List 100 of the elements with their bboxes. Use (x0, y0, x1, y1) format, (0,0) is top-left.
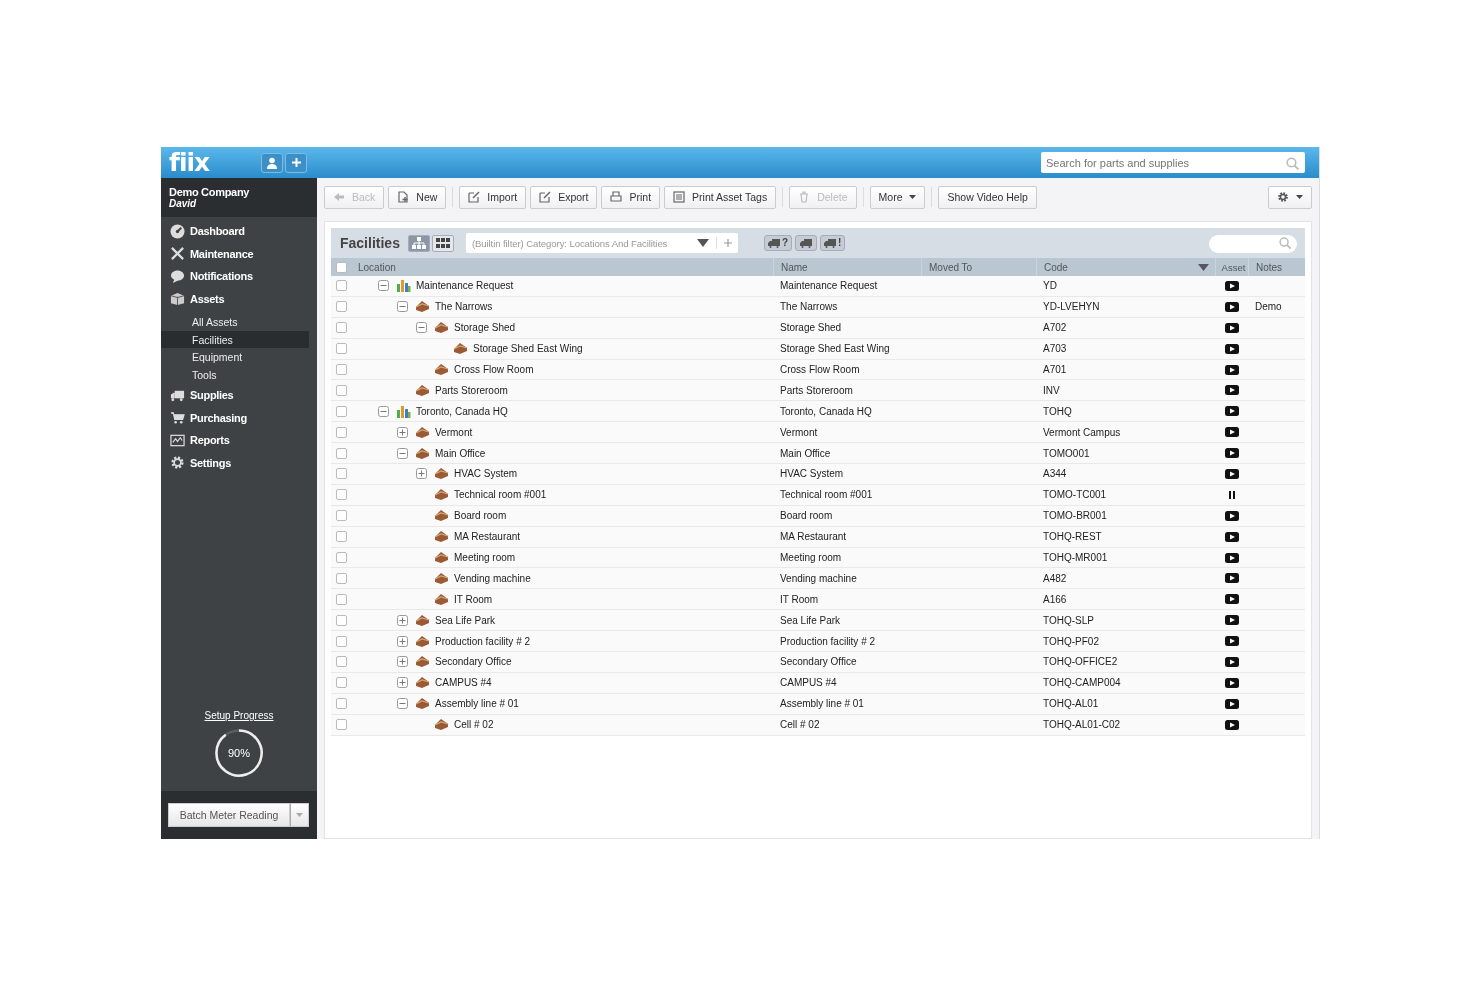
play-icon[interactable] (1224, 364, 1239, 375)
location-name[interactable]: Maintenance Request (416, 280, 514, 292)
play-icon[interactable] (1224, 656, 1239, 667)
collapse-toggle[interactable] (416, 322, 427, 334)
row-checkbox[interactable] (336, 614, 347, 626)
location-name[interactable]: Parts Storeroom (435, 384, 508, 396)
play-icon[interactable] (1224, 677, 1239, 688)
row-checkbox[interactable] (336, 531, 347, 543)
toolbar-button[interactable]: Print (601, 185, 661, 209)
truck-filter-button[interactable] (795, 235, 818, 251)
location-name[interactable]: Main Office (435, 447, 486, 459)
row-checkbox[interactable] (336, 301, 347, 313)
collapse-toggle[interactable] (397, 301, 408, 313)
nav-subitem[interactable]: All Assets (161, 313, 309, 331)
toolbar-button[interactable]: More (869, 185, 926, 209)
play-icon[interactable] (1224, 615, 1239, 626)
nav-item[interactable]: Notifications (161, 265, 317, 288)
play-icon[interactable] (1224, 280, 1239, 291)
play-icon[interactable] (1224, 448, 1239, 459)
play-icon[interactable] (1224, 573, 1239, 584)
collapse-toggle[interactable] (378, 405, 389, 417)
nav-item[interactable]: Maintenance (161, 242, 317, 265)
select-all-checkbox[interactable] (336, 261, 347, 273)
row-checkbox[interactable] (336, 322, 347, 334)
toolbar-button[interactable]: New (388, 185, 447, 209)
toolbar-button[interactable]: Import (459, 185, 527, 209)
add-button[interactable] (285, 152, 307, 173)
nav-item[interactable]: Reports (161, 428, 317, 452)
location-name[interactable]: Technical room #001 (454, 489, 547, 501)
row-checkbox[interactable] (336, 593, 347, 605)
location-name[interactable]: Production facility # 2 (435, 635, 531, 647)
expand-toggle[interactable] (416, 468, 427, 480)
expand-toggle[interactable] (397, 426, 408, 438)
play-icon[interactable] (1224, 427, 1239, 438)
profile-button[interactable] (261, 152, 283, 173)
play-icon[interactable] (1224, 301, 1239, 312)
play-icon[interactable] (1224, 552, 1239, 563)
location-name[interactable]: MA Restaurant (454, 531, 521, 543)
collapse-toggle[interactable] (397, 447, 408, 459)
row-checkbox[interactable] (336, 343, 347, 355)
location-name[interactable]: Storage Shed East Wing (473, 343, 583, 355)
location-name[interactable]: Meeting room (454, 552, 516, 563)
play-icon[interactable] (1224, 468, 1239, 479)
expand-toggle[interactable] (397, 614, 408, 626)
batch-meter-reading-button[interactable]: Batch Meter Reading (168, 803, 290, 827)
location-name[interactable]: Cell # 02 (454, 719, 494, 731)
toolbar-button[interactable]: Show Video Help (938, 185, 1037, 209)
nav-item[interactable]: Dashboard (161, 220, 317, 243)
row-checkbox[interactable] (336, 552, 347, 563)
location-name[interactable]: The Narrows (435, 301, 493, 313)
play-icon[interactable] (1224, 510, 1239, 521)
location-name[interactable]: Cross Flow Room (454, 364, 534, 375)
caret-icon[interactable] (1198, 263, 1209, 271)
location-name[interactable]: Sea Life Park (435, 614, 496, 626)
nav-item[interactable]: Supplies (161, 383, 317, 407)
nav-subitem[interactable]: Equipment (161, 348, 309, 367)
location-name[interactable]: HVAC System (454, 468, 518, 480)
collapse-toggle[interactable] (378, 280, 389, 292)
play-icon[interactable] (1224, 719, 1239, 730)
location-name[interactable]: Storage Shed (454, 322, 516, 334)
location-name[interactable]: IT Room (454, 593, 493, 605)
nav-item[interactable]: Assets (161, 287, 317, 310)
play-icon[interactable] (1224, 385, 1239, 396)
row-checkbox[interactable] (336, 719, 347, 731)
setup-progress-link[interactable]: Setup Progress (161, 710, 317, 721)
location-name[interactable]: Board room (454, 510, 507, 522)
expand-toggle[interactable] (397, 656, 408, 668)
expand-toggle[interactable] (397, 677, 408, 689)
dropdown-button[interactable] (290, 803, 309, 827)
pause-icon[interactable] (1228, 490, 1235, 499)
column-header[interactable]: Location (352, 258, 773, 276)
location-name[interactable]: Secondary Office (435, 656, 512, 668)
location-name[interactable]: Vermont (435, 426, 473, 438)
row-checkbox[interactable] (336, 468, 347, 480)
play-icon[interactable] (1224, 594, 1239, 605)
settings-button[interactable] (1268, 185, 1312, 209)
location-name[interactable]: CAMPUS #4 (435, 677, 492, 689)
play-icon[interactable] (1224, 322, 1239, 333)
search-field[interactable] (1209, 235, 1297, 253)
search-field[interactable]: Search for parts and supplies (1041, 152, 1305, 173)
grid-view-button[interactable] (431, 234, 454, 252)
collapse-toggle[interactable] (397, 698, 408, 710)
row-checkbox[interactable] (336, 635, 347, 647)
nav-item[interactable]: Settings (161, 451, 317, 474)
location-name[interactable]: Assembly line # 01 (435, 698, 519, 710)
play-icon[interactable] (1224, 406, 1239, 417)
toolbar-button[interactable]: Print Asset Tags (664, 185, 777, 209)
toolbar-button[interactable]: Export (530, 185, 598, 209)
row-checkbox[interactable] (336, 426, 347, 438)
play-icon[interactable] (1224, 531, 1239, 542)
row-checkbox[interactable] (336, 364, 347, 375)
truck-filter-button[interactable]: ? (763, 235, 793, 251)
expand-toggle[interactable] (397, 635, 408, 647)
row-checkbox[interactable] (336, 447, 347, 459)
truck-filter-button[interactable]: ! (820, 235, 846, 251)
play-icon[interactable] (1224, 636, 1239, 647)
play-icon[interactable] (1224, 343, 1239, 354)
row-checkbox[interactable] (336, 677, 347, 689)
row-checkbox[interactable] (336, 510, 347, 522)
nav-subitem[interactable]: Tools (161, 366, 309, 384)
